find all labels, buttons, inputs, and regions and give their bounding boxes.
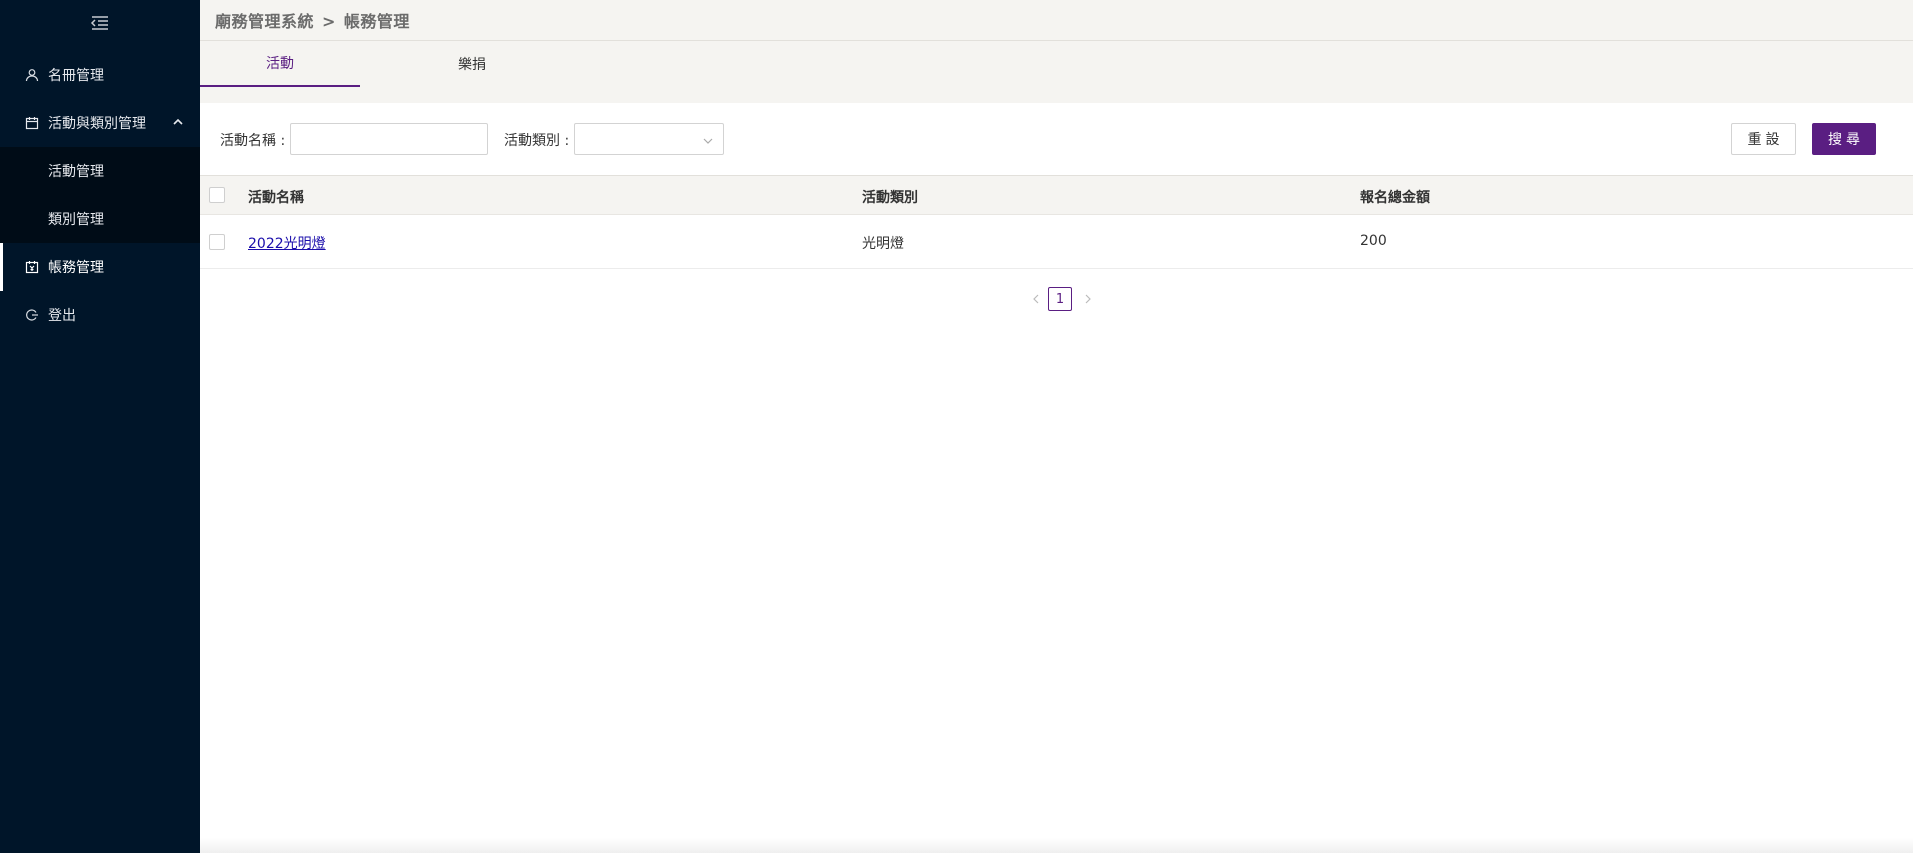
breadcrumb: 廟務管理系統 > 帳務管理 <box>215 8 410 32</box>
sidebar-item-label: 類別管理 <box>48 212 104 228</box>
reset-button-label: 重設 <box>1747 132 1784 148</box>
sidebar-item-activity-category[interactable]: 活動與類別管理 <box>0 99 200 147</box>
column-header-category: 活動類別 <box>862 190 918 206</box>
sidebar-item-logout[interactable]: 登出 <box>0 291 200 339</box>
breadcrumb-separator: > <box>322 12 336 31</box>
top-header: 廟務管理系統 > 帳務管理 <box>200 0 1913 41</box>
sidebar-item-label: 活動管理 <box>48 164 104 180</box>
filter-bar: 活動名稱 : 活動類別 : 重設 搜尋 <box>200 103 1913 175</box>
breadcrumb-current: 帳務管理 <box>343 12 410 31</box>
sidebar-item-label: 活動與類別管理 <box>48 116 146 132</box>
column-header-name: 活動名稱 <box>248 190 304 206</box>
search-button-label: 搜尋 <box>1828 132 1864 148</box>
bottom-shadow <box>200 838 1913 853</box>
sidebar: 名冊管理 活動與類別管理 活動管理 類別管理 帳務管理 登出 <box>0 0 200 853</box>
activity-name-link[interactable]: 2022光明燈 <box>248 233 326 253</box>
sidebar-item-label: 名冊管理 <box>48 68 104 84</box>
tab-donation[interactable]: 樂捐 <box>392 41 552 87</box>
tab-bar: 活動 樂捐 <box>200 41 1913 88</box>
activity-name-input[interactable] <box>290 123 488 155</box>
chevron-up-icon <box>172 116 184 128</box>
search-button[interactable]: 搜尋 <box>1812 123 1876 155</box>
chevron-left-icon[interactable] <box>1029 291 1043 307</box>
page-number-button[interactable]: 1 <box>1048 287 1072 311</box>
user-icon <box>24 67 40 83</box>
sidebar-item-activity-management[interactable]: 活動管理 <box>0 147 200 195</box>
menu-collapse-icon[interactable] <box>90 14 110 32</box>
chevron-right-icon[interactable] <box>1081 291 1095 307</box>
breadcrumb-root[interactable]: 廟務管理系統 <box>215 12 314 31</box>
tab-label: 活動 <box>266 56 294 72</box>
chevron-down-icon <box>703 134 713 144</box>
column-header-total: 報名總金額 <box>1360 190 1430 206</box>
calendar-icon <box>24 115 40 131</box>
logout-icon <box>24 307 40 323</box>
sidebar-item-category-management[interactable]: 類別管理 <box>0 195 200 243</box>
reset-button[interactable]: 重設 <box>1731 123 1796 155</box>
table-header: 活動名稱 活動類別 報名總金額 <box>200 175 1913 215</box>
table-row: 2022光明燈 光明燈 200 <box>200 215 1913 269</box>
ledger-icon <box>24 259 40 275</box>
activity-category-cell: 光明燈 <box>862 236 904 252</box>
tab-activity[interactable]: 活動 <box>200 41 360 87</box>
select-all-checkbox[interactable] <box>209 187 225 203</box>
activity-category-label: 活動類別 : <box>504 133 570 149</box>
activity-total-cell: 200 <box>1360 233 1387 249</box>
sidebar-item-roster[interactable]: 名冊管理 <box>0 51 200 99</box>
row-checkbox[interactable] <box>209 234 225 250</box>
sidebar-item-accounting[interactable]: 帳務管理 <box>0 243 200 291</box>
sidebar-item-label: 登出 <box>48 308 76 324</box>
activity-name-label: 活動名稱 : <box>220 133 286 149</box>
sidebar-item-label: 帳務管理 <box>48 260 104 276</box>
tab-label: 樂捐 <box>458 57 486 73</box>
tab-spacer <box>200 88 1913 103</box>
activity-category-select[interactable] <box>574 123 724 155</box>
